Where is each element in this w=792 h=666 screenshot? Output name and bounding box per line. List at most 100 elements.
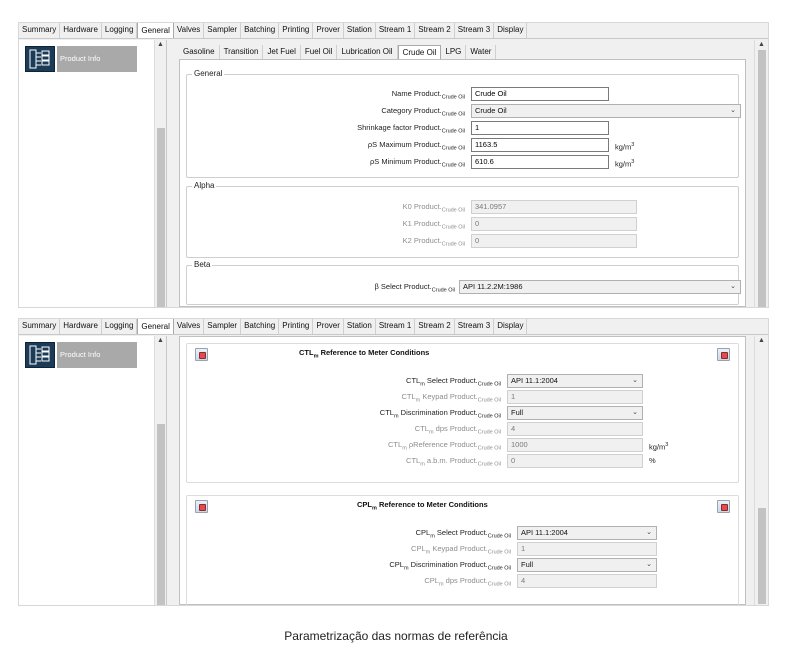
tab-valves[interactable]: Valves (174, 23, 205, 38)
subtab-fuel-oil[interactable]: Fuel Oil (301, 45, 338, 59)
copy-icon[interactable] (717, 500, 730, 513)
tab-display[interactable]: Display (494, 319, 528, 334)
figure-caption: Parametrização das normas de referência (284, 629, 508, 643)
tab-summary[interactable]: Summary (19, 319, 61, 334)
tab-summary[interactable]: Summary (19, 23, 61, 38)
cpl-select-row: CPLm Select Product.Crude Oil (187, 526, 511, 540)
k0-row: K0 Product.Crude Oil (187, 200, 465, 214)
ctl-abm-label: CTLm a.b.m. Product.Crude Oil (406, 456, 501, 468)
tab-stream-2[interactable]: Stream 2 (415, 319, 455, 334)
k1-row: K1 Product.Crude Oil (187, 217, 465, 231)
tab-hardware[interactable]: Hardware (60, 23, 102, 38)
category-select[interactable]: Crude Oil ⌄ (471, 104, 741, 118)
scroll-up-icon[interactable]: ▲ (157, 41, 164, 48)
ctl-select[interactable]: API 11.1:2004 ⌄ (507, 374, 643, 388)
tab-stream-1[interactable]: Stream 1 (376, 319, 416, 334)
copy-icon[interactable] (195, 500, 208, 513)
cpl-disc-row: CPLm Discrimination Product.Crude Oil (187, 558, 511, 572)
k2-value: 0 (471, 234, 637, 248)
tab-stream-3[interactable]: Stream 3 (455, 23, 495, 38)
tab-valves[interactable]: Valves (174, 319, 205, 334)
nav-scrollbar[interactable]: ▲ (154, 336, 166, 605)
tab-sampler[interactable]: Sampler (204, 319, 242, 334)
shrinkage-input[interactable]: 1 (471, 121, 609, 135)
tab-prover[interactable]: Prover (313, 23, 344, 38)
ctl-pref-value: 1000 (507, 438, 643, 452)
subtab-lpg[interactable]: LPG (441, 45, 467, 59)
min-density-unit: kg/m3 (615, 159, 635, 169)
copy-icon[interactable] (717, 348, 730, 361)
scroll-up-icon[interactable]: ▲ (157, 337, 164, 344)
tab-station[interactable]: Station (344, 319, 376, 334)
ctl-header: CTLm Reference to Meter Conditions (187, 344, 738, 364)
tab-logging[interactable]: Logging (102, 23, 138, 38)
ctl-dps-row: CTLm dps Product.Crude Oil (187, 422, 501, 436)
tab-general[interactable]: General (137, 23, 174, 38)
max-density-unit: kg/m3 (615, 142, 635, 152)
alpha-group-title: Alpha (192, 181, 217, 190)
subtab-transition[interactable]: Transition (220, 45, 264, 59)
ctl-keypad-label: CTLm Keypad Product.Crude Oil (401, 392, 501, 404)
beta-select-row: β Select Product.Crude Oil (187, 280, 456, 294)
cpl-select[interactable]: API 11.1:2004 ⌄ (517, 526, 657, 540)
max-density-label: ρS Maximum Product.Crude Oil (367, 140, 465, 152)
tab-general[interactable]: General (137, 319, 174, 334)
tab-batching[interactable]: Batching (241, 319, 280, 334)
tab-stream-3[interactable]: Stream 3 (455, 319, 495, 334)
nav-scrollbar[interactable]: ▲ (154, 40, 166, 307)
nav-scrollbar-thumb[interactable] (157, 424, 165, 605)
subtab-crude-oil[interactable]: Crude Oil (397, 45, 442, 59)
tab-stream-1[interactable]: Stream 1 (376, 23, 416, 38)
nav-scrollbar-thumb[interactable] (157, 128, 165, 307)
main-tab-bar: Summary Hardware Logging General Valves … (19, 319, 768, 335)
k2-label: K2 Product.Crude Oil (402, 236, 465, 248)
chevron-down-icon: ⌄ (730, 283, 736, 290)
config-window-bottom: Summary Hardware Logging General Valves … (18, 318, 769, 606)
tab-prover[interactable]: Prover (313, 319, 344, 334)
name-input[interactable]: Crude Oil (471, 87, 609, 101)
min-density-input[interactable]: 610.6 (471, 155, 609, 169)
min-density-label: ρS Minimum Product.Crude Oil (369, 157, 465, 169)
cpl-dps-row: CPLm dps Product.Crude Oil (187, 574, 511, 588)
nav-item-product-info[interactable]: Product Info (25, 46, 137, 72)
ctl-disc-select[interactable]: Full ⌄ (507, 406, 643, 420)
subtab-lubrication-oil[interactable]: Lubrication Oil (337, 45, 398, 59)
detail-scrollbar-thumb[interactable] (758, 50, 766, 307)
cpl-keypad-label: CPLm Keypad Product.Crude Oil (411, 544, 511, 556)
max-density-row: ρS Maximum Product.Crude Oil (187, 138, 465, 152)
tab-printing[interactable]: Printing (279, 319, 314, 334)
ctl-pref-row: CTLm ρReference Product.Crude Oil (187, 438, 501, 452)
scroll-up-icon[interactable]: ▲ (758, 41, 765, 48)
tab-logging[interactable]: Logging (102, 319, 138, 334)
navigation-pane: Product Info ▲ (19, 336, 167, 605)
cpl-dps-label: CPLm dps Product.Crude Oil (424, 576, 511, 588)
product-tab-bar: Gasoline Transition Jet Fuel Fuel Oil Lu… (179, 45, 497, 59)
ctl-section: CTLm Reference to Meter Conditions CTLm … (186, 343, 739, 483)
tab-display[interactable]: Display (494, 23, 528, 38)
detail-scrollbar[interactable]: ▲ (754, 336, 768, 605)
cpl-keypad-row: CPLm Keypad Product.Crude Oil (187, 542, 511, 556)
tab-batching[interactable]: Batching (241, 23, 280, 38)
tab-stream-2[interactable]: Stream 2 (415, 23, 455, 38)
cpl-disc-select[interactable]: Full ⌄ (517, 558, 657, 572)
detail-scrollbar[interactable]: ▲ (754, 40, 768, 307)
beta-select[interactable]: API 11.2.2M:1986 ⌄ (459, 280, 741, 294)
tab-sampler[interactable]: Sampler (204, 23, 242, 38)
subtab-water[interactable]: Water (466, 45, 497, 59)
max-density-input[interactable]: 1163.5 (471, 138, 609, 152)
nav-item-product-info[interactable]: Product Info (25, 342, 137, 368)
name-label: Name Product.Crude Oil (391, 89, 465, 101)
copy-icon[interactable] (195, 348, 208, 361)
scroll-up-icon[interactable]: ▲ (758, 337, 765, 344)
cpl-dps-value: 4 (517, 574, 657, 588)
k1-label: K1 Product.Crude Oil (402, 219, 465, 231)
detail-scrollbar-thumb[interactable] (758, 508, 766, 604)
tab-printing[interactable]: Printing (279, 23, 314, 38)
subtab-gasoline[interactable]: Gasoline (179, 45, 220, 59)
subtab-jet-fuel[interactable]: Jet Fuel (263, 45, 301, 59)
tab-hardware[interactable]: Hardware (60, 319, 102, 334)
k1-value: 0 (471, 217, 637, 231)
tab-station[interactable]: Station (344, 23, 376, 38)
product-info-icon (25, 46, 55, 72)
k0-value: 341.0957 (471, 200, 637, 214)
